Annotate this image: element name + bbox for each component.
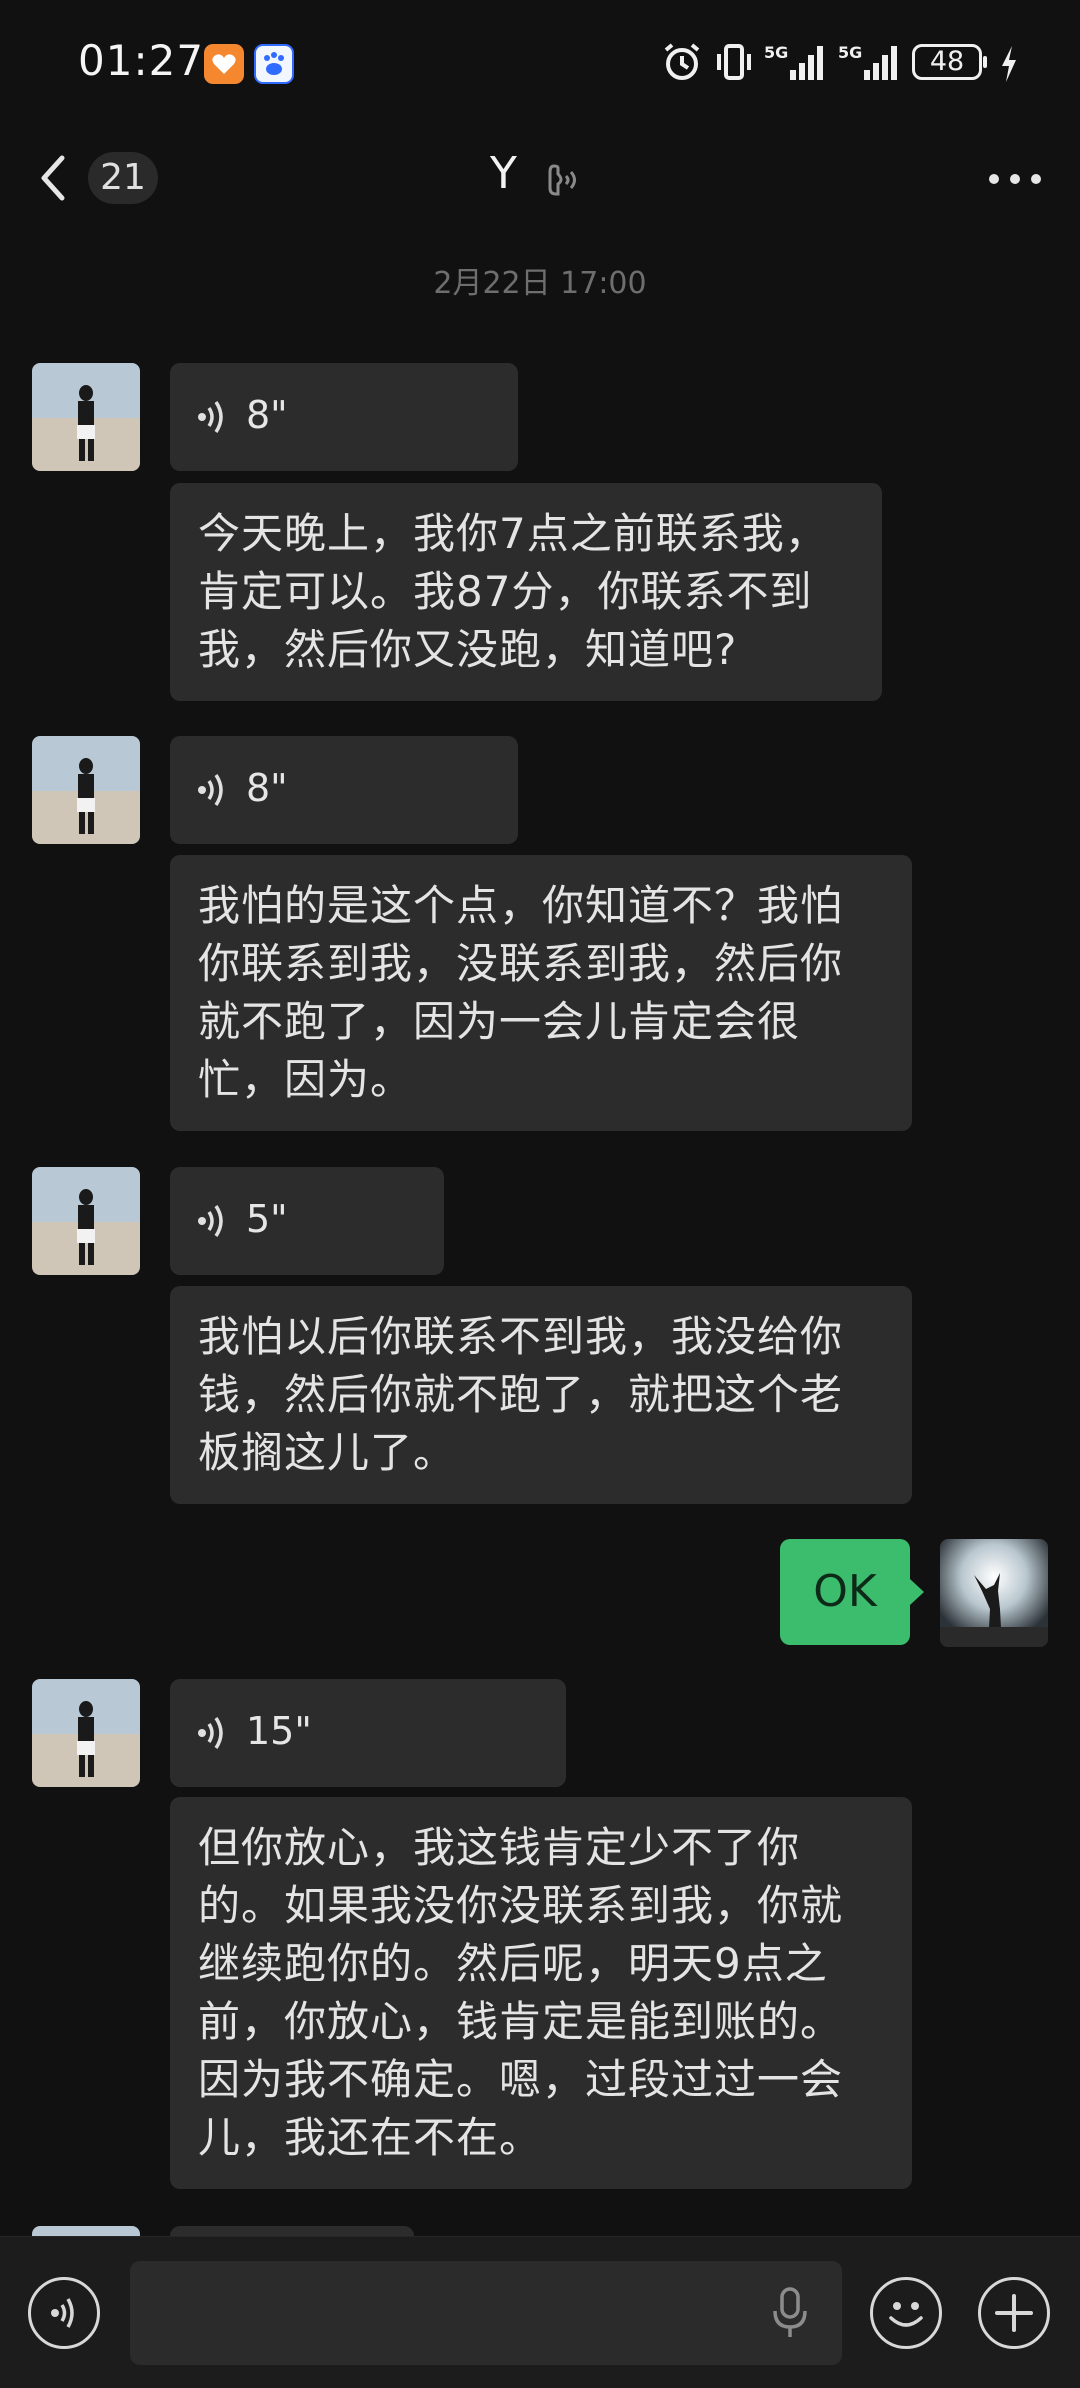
sent-message[interactable]: OK xyxy=(780,1539,924,1645)
voice-message[interactable]: 8" xyxy=(170,736,518,844)
smiley-icon xyxy=(889,2302,923,2327)
vibrate-icon xyxy=(717,44,751,80)
plus-icon xyxy=(995,2294,1033,2332)
status-time: 01:27 xyxy=(78,36,205,85)
voice-duration: 8" xyxy=(246,393,288,437)
more-options-button[interactable] xyxy=(980,154,1050,204)
contact-avatar[interactable] xyxy=(32,1679,140,1787)
voice-wave-icon xyxy=(198,1717,223,1749)
battery-indicator: 48 xyxy=(912,44,987,80)
message-timestamp: 2月22日 17:00 xyxy=(433,266,647,301)
voice-duration: 8" xyxy=(246,766,288,810)
voice-message[interactable]: 8" xyxy=(170,363,518,471)
voice-message[interactable]: 5" xyxy=(170,1167,444,1275)
voice-input-toggle[interactable] xyxy=(28,2277,100,2349)
status-bar: 01:27 5G 5G 48 xyxy=(0,0,1080,128)
voice-message[interactable]: 15" xyxy=(170,1679,566,1787)
signal-5g-icon-2: 5G xyxy=(838,43,897,80)
status-icons: 5G 5G 48 xyxy=(660,40,1040,88)
voice-transcript: 今天晚上，我你7点之前联系我，肯定可以。我87分，你联系不到我，然后你又没跑，知… xyxy=(170,483,882,701)
voice-wave-icon xyxy=(51,2298,74,2328)
voice-duration: 15" xyxy=(246,1709,312,1753)
earpiece-mode-icon xyxy=(548,164,576,196)
add-attachment-button[interactable] xyxy=(978,2277,1050,2349)
voice-wave-icon xyxy=(198,774,223,806)
voice-message-partial xyxy=(170,2226,414,2236)
svg-text:5G: 5G xyxy=(838,43,862,62)
voice-transcript: 我怕以后你联系不到我，我没给你钱，然后你就不跑了，就把这个老板搁这儿了。 xyxy=(170,1286,912,1504)
voice-wave-icon xyxy=(198,1205,223,1237)
chat-header: 21 Y xyxy=(0,128,1080,228)
contact-avatar[interactable] xyxy=(32,1167,140,1275)
my-avatar[interactable] xyxy=(940,1539,1048,1647)
chat-title: Y xyxy=(490,148,517,199)
back-button[interactable]: 21 xyxy=(36,150,166,206)
alarm-icon xyxy=(664,43,700,80)
contact-avatar[interactable] xyxy=(32,736,140,844)
voice-transcript: 但你放心，我这钱肯定少不了你的。如果我没你没联系到我，你就继续跑你的。然后呢，明… xyxy=(170,1797,912,2189)
emoji-button[interactable] xyxy=(870,2277,942,2349)
unread-count-badge: 21 xyxy=(88,152,158,204)
microphone-icon[interactable] xyxy=(770,2287,810,2339)
message-input[interactable] xyxy=(130,2261,842,2365)
more-icon xyxy=(989,174,1041,184)
voice-wave-icon xyxy=(198,401,223,433)
baidu-notification-icon xyxy=(254,44,294,84)
voice-duration: 5" xyxy=(246,1197,288,1241)
chevron-left-icon xyxy=(41,155,65,201)
signal-5g-icon-1: 5G xyxy=(764,43,823,80)
input-bar xyxy=(0,2236,1080,2388)
charging-icon xyxy=(1002,46,1016,82)
app-notification-icon xyxy=(204,44,244,84)
svg-text:5G: 5G xyxy=(764,43,788,62)
contact-avatar[interactable] xyxy=(32,363,140,471)
contact-avatar-partial xyxy=(32,2226,140,2236)
voice-transcript: 我怕的是这个点，你知道不？我怕你联系到我，没联系到我，然后你就不跑了，因为一会儿… xyxy=(170,855,912,1131)
chat-screen: 01:27 5G 5G 48 21 Y 2月22日 17:00 8" 今天晚上，… xyxy=(0,0,1080,2388)
